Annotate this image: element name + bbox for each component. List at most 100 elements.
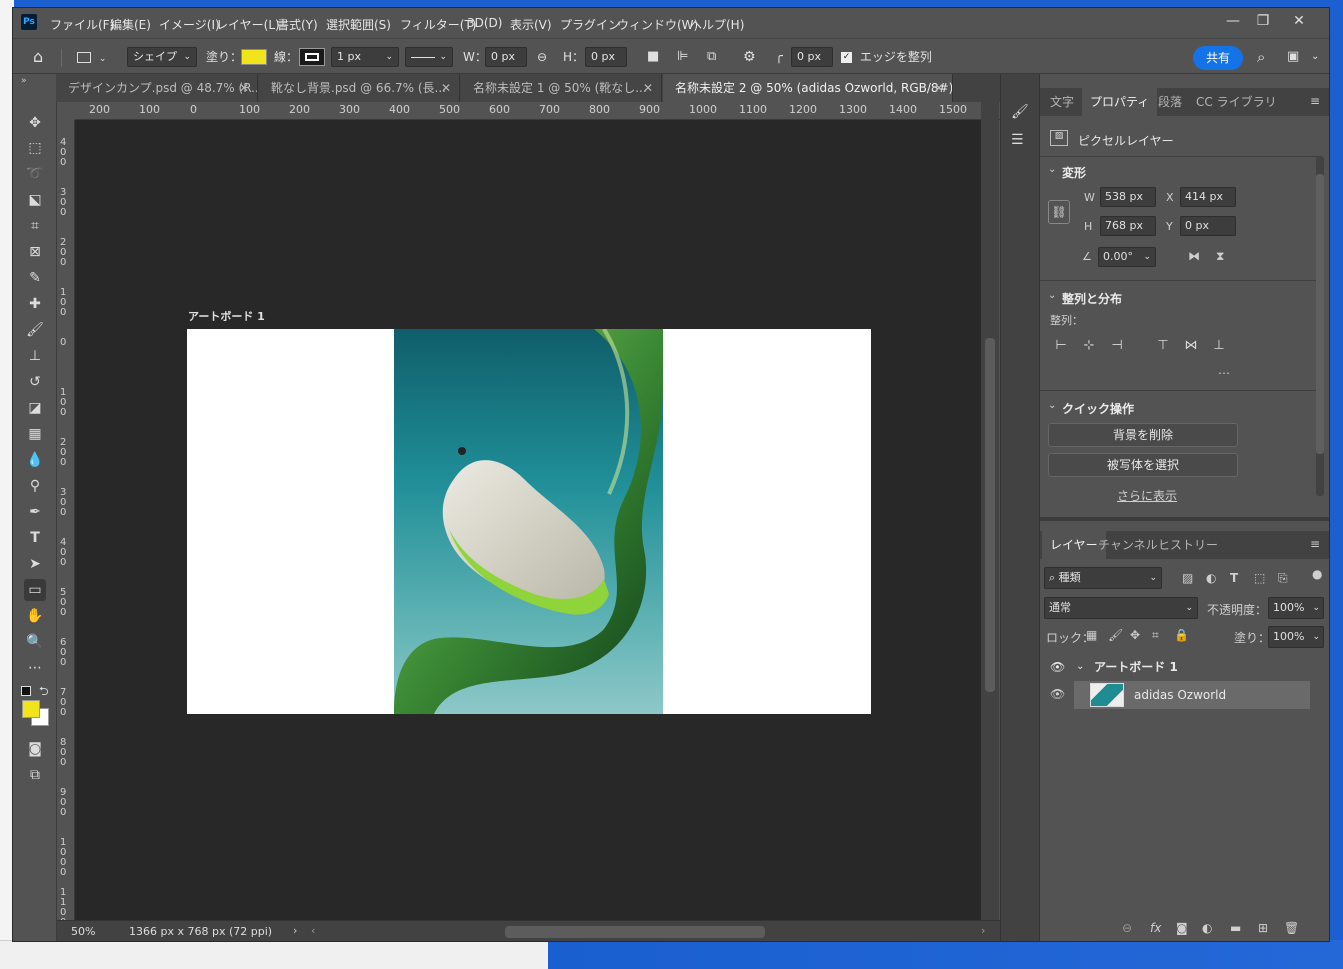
brush-settings-icon[interactable]: 🖌 [1011,104,1029,120]
visibility-eye-icon[interactable]: 👁 [1050,653,1065,681]
brush-tool-icon[interactable]: 🖌 [24,319,46,341]
link-layers-icon[interactable]: ⊖ [1122,921,1132,935]
menu-select[interactable]: 選択範囲(S) [326,16,391,33]
rectangle-tool-icon[interactable]: ▭ [24,579,46,601]
filter-shape-icon[interactable]: ⬚ [1254,571,1265,585]
y-field[interactable]: 0 px [1180,216,1236,236]
blur-tool-icon[interactable]: 💧 [24,449,46,471]
properties-scrollbar[interactable] [1316,156,1324,496]
shoe-photo-layer[interactable] [394,329,663,714]
show-more-link[interactable]: さらに表示 [1117,487,1177,504]
x-field[interactable]: 414 px [1180,187,1236,207]
quick-actions-section-title[interactable]: クイック操作 [1062,400,1134,417]
default-colors-icon[interactable] [21,686,31,696]
more-tools-icon[interactable]: ⋯ [24,657,46,679]
quick-mask-icon[interactable]: ◙ [24,738,46,760]
vertical-scrollbar-thumb[interactable] [985,338,995,692]
visibility-eye-icon[interactable]: 👁 [1050,687,1065,701]
maximize-icon[interactable]: ❐ [1249,11,1277,31]
align-bottom-icon[interactable]: ⊥ [1210,337,1228,355]
horizontal-scrollbar-thumb[interactable] [505,926,765,938]
close-tab-icon[interactable]: ✕ [239,74,249,102]
tab-document-3[interactable]: 名称未設定 1 @ 50% (靴なし... ✕ [461,74,662,102]
path-selection-tool-icon[interactable]: ➤ [24,553,46,575]
filter-pixel-icon[interactable]: ▨ [1182,571,1193,585]
lock-all-icon[interactable]: 🔒 [1174,628,1189,642]
tab-cc-libraries[interactable]: CC ライブラリ [1188,88,1285,116]
move-tool-icon[interactable]: ✥ [24,112,46,134]
menu-view[interactable]: 表示(V) [510,16,552,33]
filter-smart-object-icon[interactable]: ⎘ [1278,571,1288,586]
blend-mode-select[interactable]: 通常 ⌄ [1044,597,1198,619]
tab-paragraph[interactable]: 段落 [1150,88,1190,116]
gradient-tool-icon[interactable]: ▦ [24,423,46,445]
chevron-down-icon[interactable]: ⌄ [1311,47,1319,67]
frame-tool-icon[interactable]: ⊠ [24,241,46,263]
tab-document-1[interactable]: デザインカンプ.psd @ 48.7% (R... ✕ [56,74,258,102]
align-left-icon[interactable]: ⊢ [1052,337,1070,355]
tool-preset-picker[interactable]: ⌄ [77,47,111,67]
align-right-icon[interactable]: ⊣ [1108,337,1126,355]
adjustments-icon[interactable]: ☰ [1011,132,1024,148]
history-brush-tool-icon[interactable]: ↺ [24,371,46,393]
new-group-icon[interactable]: ▬ [1230,921,1241,935]
filter-toggle-icon[interactable]: ● [1312,567,1322,581]
menu-edit[interactable]: 編集(E) [110,16,151,33]
opacity-field[interactable]: 100% ⌄ [1268,597,1324,619]
tab-properties[interactable]: プロパティ [1082,88,1158,116]
panel-menu-icon[interactable]: ≡ [1310,94,1320,108]
trash-icon[interactable]: 🗑 [1284,921,1299,935]
fill-field[interactable]: 100% ⌄ [1268,626,1324,648]
menu-help[interactable]: ヘルプ(H) [690,16,744,33]
fx-icon[interactable]: fx [1150,921,1161,935]
transform-section-title[interactable]: 変形 [1062,164,1086,181]
layer-row-selected[interactable]: adidas Ozworld [1074,681,1310,709]
chevron-right-icon[interactable]: › [293,924,297,937]
workspace-icon[interactable]: ▣ [1287,47,1299,67]
add-mask-icon[interactable]: ◙ [1176,921,1188,935]
close-tab-icon[interactable]: ✕ [934,74,944,102]
path-operations-icon[interactable]: ■ [647,47,659,67]
marquee-tool-icon[interactable]: ⬚ [24,137,46,159]
align-horizontal-center-icon[interactable]: ⊹ [1080,337,1098,355]
clone-stamp-tool-icon[interactable]: ⊥ [24,345,46,367]
menu-3d[interactable]: 3D(D) [467,16,502,30]
angle-field[interactable]: 0.00° ⌄ [1098,247,1156,267]
swap-colors-icon[interactable]: ⮌ [39,682,49,703]
layer-row-artboard[interactable]: 👁 ⌄ アートボード 1 [1044,653,1310,681]
width-field[interactable]: 538 px [1100,187,1156,207]
layer-filter-select[interactable]: ⌕ 種類 ⌄ [1044,567,1162,589]
width-field[interactable]: 0 px [485,47,527,67]
new-layer-icon[interactable]: ⊞ [1258,921,1268,935]
artboard[interactable] [187,329,871,714]
menu-plugins[interactable]: プラグイン [560,16,620,33]
scroll-left-icon[interactable]: ‹ [311,924,315,937]
path-alignment-icon[interactable]: ⊫ [677,47,688,67]
corner-radius-field[interactable]: 0 px [791,47,833,67]
fill-color-swatch[interactable] [241,49,267,65]
stroke-type-select[interactable]: ⌄ [405,47,453,67]
menu-layer[interactable]: レイヤー(L) [216,16,280,33]
filter-type-icon[interactable]: T [1230,571,1238,585]
link-icon[interactable]: ⊖ [537,47,547,67]
panel-menu-icon[interactable]: ≡ [1310,537,1320,551]
flip-horizontal-icon[interactable]: ⧓ [1188,249,1200,263]
menu-type[interactable]: 書式(Y) [277,16,318,33]
close-tab-icon[interactable]: ✕ [441,74,451,102]
chevron-down-icon[interactable]: ⌄ [1076,653,1084,681]
artboard-label[interactable]: アートボード 1 [188,308,265,324]
lock-artboard-icon[interactable]: ⌗ [1152,628,1159,643]
search-icon[interactable]: ⌕ [1257,47,1265,67]
filter-adjustment-icon[interactable]: ◐ [1206,571,1216,585]
align-vertical-center-icon[interactable]: ⋈ [1182,337,1200,355]
scroll-right-icon[interactable]: › [981,924,985,937]
tab-character[interactable]: 文字 [1042,88,1082,116]
properties-scrollbar-thumb[interactable] [1316,174,1324,454]
tab-history[interactable]: ヒストリー [1150,531,1226,559]
more-options-icon[interactable]: ⋯ [1218,366,1230,380]
crop-tool-icon[interactable]: ⌗ [24,215,46,237]
close-icon[interactable]: ✕ [1285,11,1313,31]
menu-window[interactable]: ウィンドウ(W) [617,16,698,33]
tab-document-2[interactable]: 靴なし背景.psd @ 66.7% (長... ✕ [259,74,460,102]
lock-position-icon[interactable]: ✥ [1130,628,1140,642]
